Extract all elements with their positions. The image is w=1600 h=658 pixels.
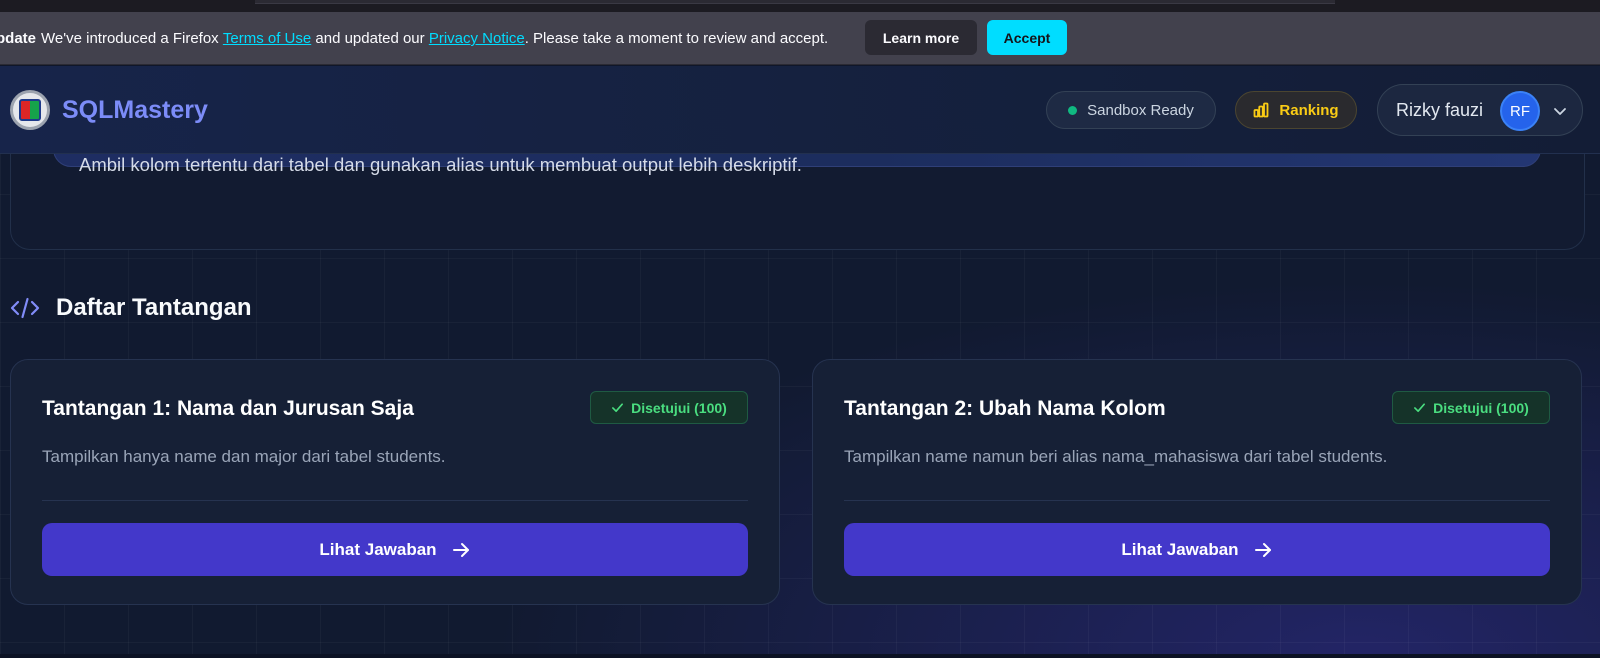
user-menu-button[interactable]: Rizky fauzi RF bbox=[1377, 84, 1583, 136]
challenge-description: Tampilkan hanya name dan major dari tabe… bbox=[42, 447, 446, 466]
arrow-right-icon bbox=[452, 542, 469, 557]
sandbox-status-text: Sandbox Ready bbox=[1087, 101, 1194, 119]
status-badge-text: Disetujui (100) bbox=[631, 399, 727, 416]
terms-of-use-link[interactable]: Terms of Use bbox=[223, 30, 311, 47]
brand-name[interactable]: SQLMastery bbox=[62, 92, 208, 128]
status-badge-text: Disetujui (100) bbox=[1433, 399, 1529, 416]
page-bottom-edge bbox=[0, 654, 1600, 658]
notification-text-3: . Please take a moment to review and acc… bbox=[524, 30, 829, 47]
university-logo-icon[interactable] bbox=[10, 90, 50, 130]
ranking-label: Ranking bbox=[1279, 101, 1339, 119]
challenge-card: Tantangan 1: Nama dan Jurusan Saja Diset… bbox=[10, 359, 780, 605]
avatar: RF bbox=[1500, 91, 1540, 131]
logo-emblem bbox=[19, 99, 41, 121]
code-icon bbox=[10, 297, 40, 319]
bar-chart-icon bbox=[1254, 102, 1269, 118]
privacy-notice-link[interactable]: Privacy Notice bbox=[429, 30, 525, 47]
firefox-terms-notification-bar: pdate We've introduced a Firefox Terms o… bbox=[0, 12, 1600, 65]
accept-button[interactable]: Accept bbox=[987, 20, 1067, 55]
view-answer-label: Lihat Jawaban bbox=[1121, 539, 1239, 559]
challenge-title: Tantangan 2: Ubah Nama Kolom bbox=[844, 397, 1166, 420]
card-divider bbox=[42, 500, 748, 501]
section-header: Daftar Tantangan bbox=[10, 288, 252, 328]
view-answer-button[interactable]: Lihat Jawaban bbox=[42, 523, 748, 576]
learn-more-button[interactable]: Learn more bbox=[865, 20, 977, 55]
arrow-right-icon bbox=[1254, 542, 1271, 557]
status-dot-icon bbox=[1068, 105, 1078, 115]
ranking-button[interactable]: Ranking bbox=[1235, 91, 1357, 129]
user-name: Rizky fauzi bbox=[1396, 99, 1484, 120]
challenge-description: Tampilkan name namun beri alias nama_mah… bbox=[844, 447, 1388, 466]
card-divider bbox=[844, 500, 1550, 501]
notification-text-2: and updated our bbox=[311, 30, 429, 47]
challenge-card: Tantangan 2: Ubah Nama Kolom Disetujui (… bbox=[812, 359, 1582, 605]
notification-lead: pdate bbox=[0, 30, 37, 47]
notification-message: pdate We've introduced a Firefox Terms o… bbox=[0, 12, 828, 65]
tab-strip-bar bbox=[255, 0, 1335, 4]
app-header: SQLMastery Sandbox Ready Ranking Rizky f… bbox=[0, 66, 1600, 154]
view-answer-button[interactable]: Lihat Jawaban bbox=[844, 523, 1550, 576]
view-answer-label: Lihat Jawaban bbox=[319, 539, 437, 559]
status-badge: Disetujui (100) bbox=[1392, 391, 1550, 424]
lesson-description: Ambil kolom tertentu dari tabel dan guna… bbox=[79, 154, 802, 175]
chevron-down-icon bbox=[1554, 108, 1566, 115]
notification-text-1: We've introduced a Firefox bbox=[41, 30, 223, 47]
status-badge: Disetujui (100) bbox=[590, 391, 748, 424]
challenge-title: Tantangan 1: Nama dan Jurusan Saja bbox=[42, 397, 414, 420]
section-title: Daftar Tantangan bbox=[56, 294, 252, 321]
check-icon bbox=[612, 403, 624, 413]
check-icon bbox=[1414, 403, 1426, 413]
sandbox-status-badge: Sandbox Ready bbox=[1046, 91, 1216, 129]
browser-tab-strip bbox=[0, 0, 1600, 12]
page-content: Ambil kolom tertentu dari tabel dan guna… bbox=[0, 66, 1600, 658]
